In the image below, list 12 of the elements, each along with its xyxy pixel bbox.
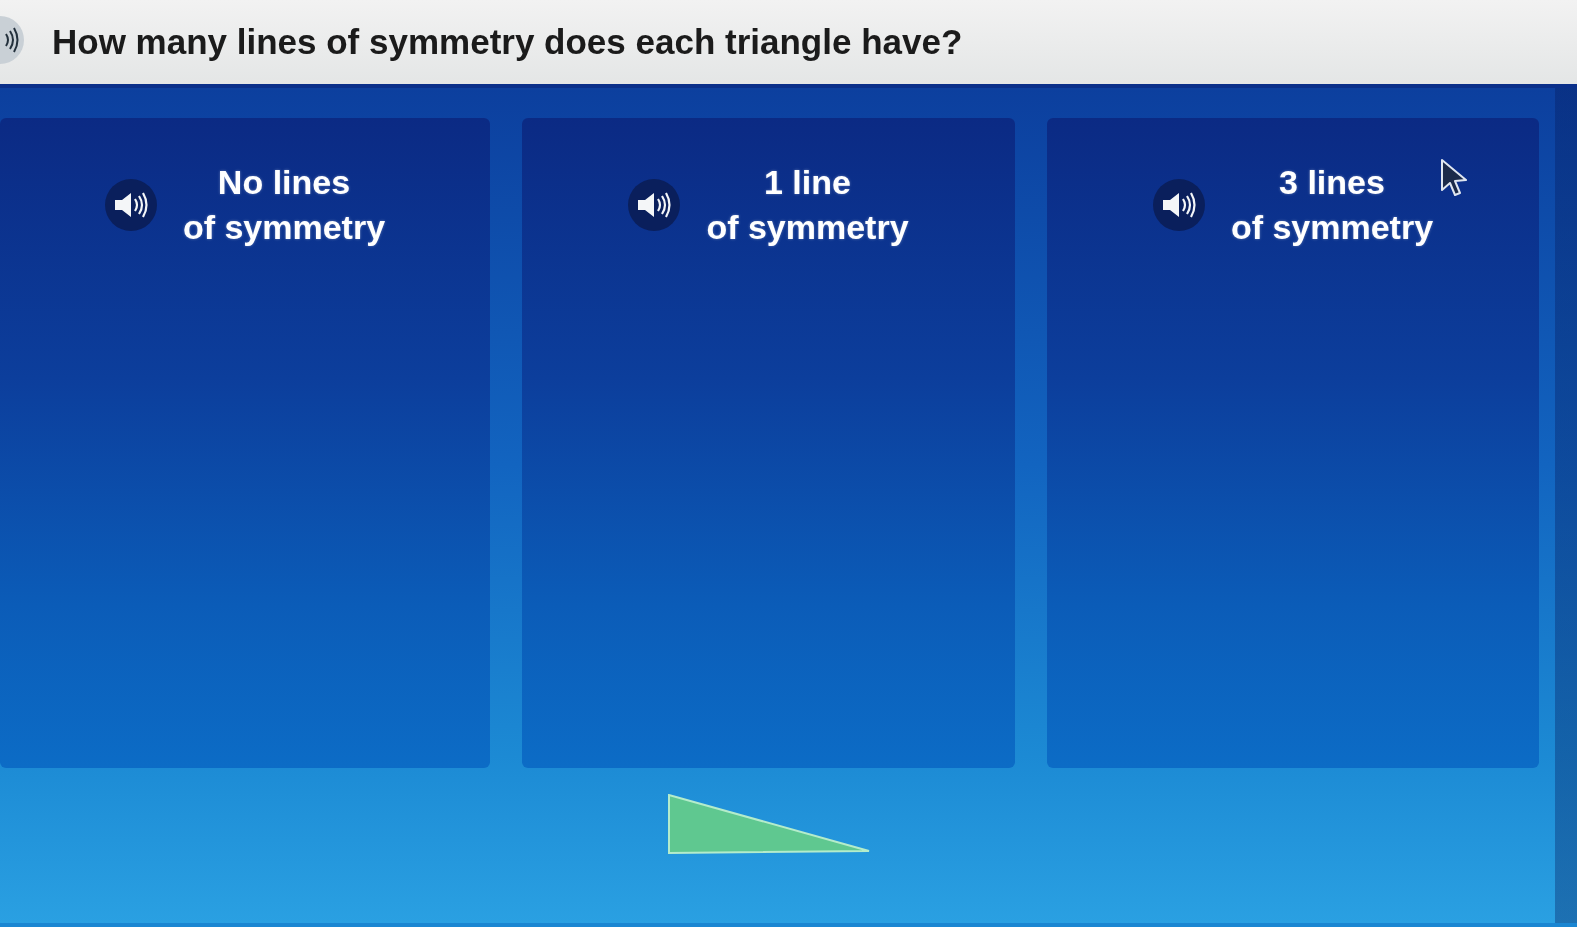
right-triangle[interactable]	[668, 794, 870, 854]
question-text: How many lines of symmetry does each triangle have?	[52, 20, 963, 63]
zone-label: 3 lines of symmetry	[1230, 162, 1434, 248]
speaker-icon[interactable]	[628, 178, 681, 231]
speaker-icon[interactable]	[1152, 178, 1205, 231]
speaker-icon[interactable]	[104, 178, 157, 231]
zone-label: No lines of symmetry	[182, 162, 386, 248]
drop-zone[interactable]: No lines of symmetry	[0, 118, 490, 768]
pointer-cursor-icon	[1439, 158, 1469, 196]
zone-label: 1 line of symmetry	[706, 162, 909, 248]
drop-zone[interactable]: 3 lines of symmetry	[1047, 118, 1539, 768]
drop-zone[interactable]: 1 line of symmetry	[522, 118, 1015, 768]
